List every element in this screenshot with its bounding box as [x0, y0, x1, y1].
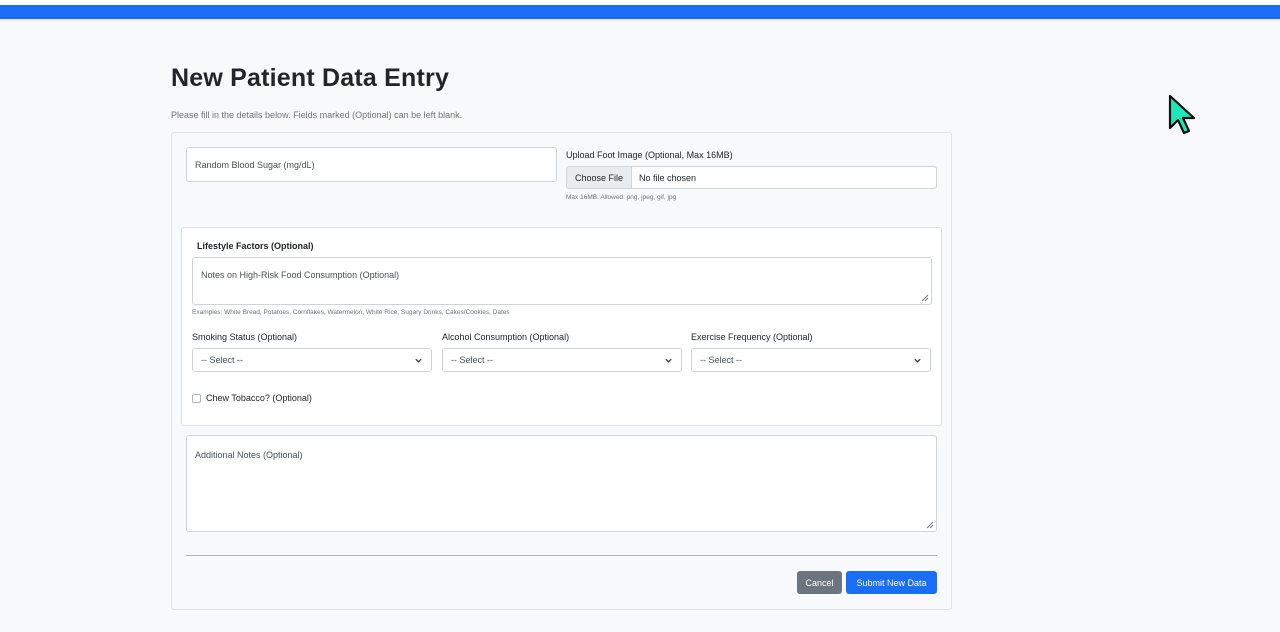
page-title: New Patient Data Entry [171, 64, 450, 92]
chevron-down-icon [914, 358, 921, 363]
page-subtitle: Please fill in the details below. Fields… [171, 110, 463, 120]
food-notes-textarea[interactable]: Notes on High-Risk Food Consumption (Opt… [192, 257, 932, 305]
cursor-icon [1168, 94, 1196, 135]
chew-tobacco-label[interactable]: Chew Tobacco? (Optional) [206, 393, 312, 403]
food-notes-placeholder: Notes on High-Risk Food Consumption (Opt… [201, 270, 400, 280]
submit-new-data-button[interactable]: Submit New Data [846, 571, 937, 594]
smoking-status-label: Smoking Status (Optional) [192, 332, 298, 342]
exercise-frequency-select[interactable]: -- Select -- [691, 348, 931, 372]
smoking-status-selected: -- Select -- [201, 355, 244, 365]
lifestyle-factors-title: Lifestyle Factors (Optional) [197, 241, 314, 251]
exercise-frequency-selected: -- Select -- [700, 355, 743, 365]
chew-tobacco-row: Chew Tobacco? (Optional) [192, 393, 312, 403]
exercise-frequency-label: Exercise Frequency (Optional) [691, 332, 813, 342]
alcohol-consumption-label: Alcohol Consumption (Optional) [442, 332, 570, 342]
resize-handle-icon[interactable] [925, 520, 934, 529]
form-divider [186, 555, 937, 556]
choose-file-button[interactable]: Choose File [567, 167, 632, 188]
food-examples-help: Examples: White Bread, Potatoes, Cornfla… [192, 309, 510, 316]
chevron-down-icon [665, 358, 672, 363]
chevron-down-icon [415, 358, 422, 363]
alcohol-consumption-select[interactable]: -- Select -- [442, 348, 682, 372]
upload-help-text: Max 16MB. Allowed: png, jpeg, gif, jpg [566, 194, 677, 201]
foot-image-file-input[interactable]: Choose File No file chosen [566, 166, 937, 189]
alcohol-consumption-selected: -- Select -- [451, 355, 494, 365]
additional-notes-placeholder: Additional Notes (Optional) [195, 450, 303, 460]
top-nav-bar [0, 5, 1280, 19]
upload-foot-image-label: Upload Foot Image (Optional, Max 16MB) [566, 150, 733, 160]
file-status-text: No file chosen [639, 172, 697, 183]
blood-sugar-placeholder: Random Blood Sugar (mg/dL) [195, 160, 315, 170]
blood-sugar-input[interactable]: Random Blood Sugar (mg/dL) [186, 147, 557, 182]
top-nav-border [0, 19, 1280, 21]
resize-handle-icon[interactable] [920, 293, 929, 302]
cancel-button[interactable]: Cancel [797, 571, 842, 594]
additional-notes-textarea[interactable]: Additional Notes (Optional) [186, 435, 937, 532]
smoking-status-select[interactable]: -- Select -- [192, 348, 432, 372]
chew-tobacco-checkbox[interactable] [192, 393, 201, 403]
